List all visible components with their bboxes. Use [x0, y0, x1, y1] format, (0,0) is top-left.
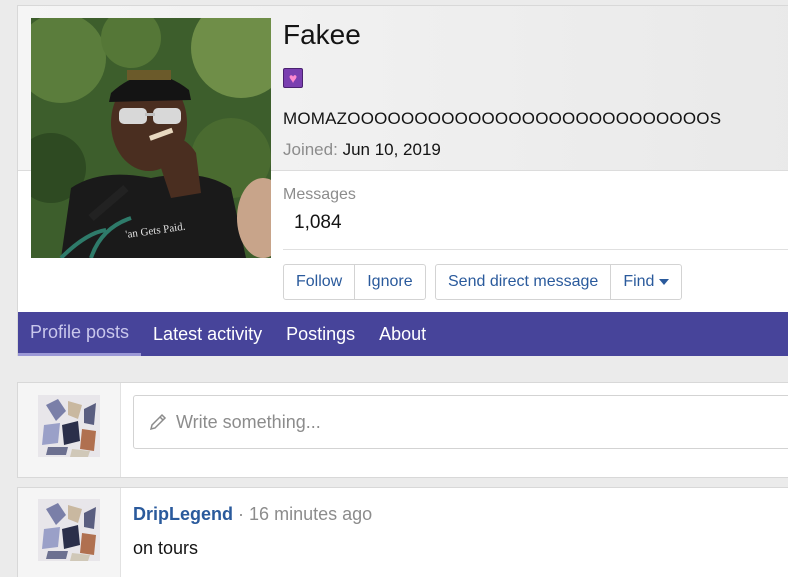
profile-stats: Messages 1,084	[283, 186, 788, 234]
post-author-avatar[interactable]	[38, 499, 100, 561]
post-meta: DripLegend · 16 minutes ago	[133, 504, 372, 525]
messages-count[interactable]: 1,084	[294, 212, 788, 234]
post-timestamp[interactable]: 16 minutes ago	[249, 504, 372, 524]
user-avatar[interactable]	[38, 395, 100, 457]
find-label: Find	[623, 273, 655, 290]
tab-postings[interactable]: Postings	[274, 312, 367, 356]
write-something-input[interactable]: Write something...	[133, 395, 788, 449]
pencil-icon	[149, 413, 167, 431]
messages-label: Messages	[283, 186, 356, 203]
tab-profile-posts[interactable]: Profile posts	[18, 312, 142, 356]
heart-badge-icon: ♥	[283, 68, 303, 88]
divider	[283, 249, 788, 250]
meta-separator: ·	[238, 504, 245, 524]
profile-status: MOMAZOOOOOOOOOOOOOOOOOOOOOOOOOOOS	[283, 109, 722, 128]
joined-date: Jun 10, 2019	[342, 140, 441, 159]
profile-card: 'an Gets Paid. Fakee ♥ MOMAZOOOOOOOOOOOO…	[17, 5, 788, 356]
post-author-link[interactable]: DripLegend	[133, 504, 233, 524]
avatar-image	[38, 395, 100, 457]
joined-info: Joined: Jun 10, 2019	[283, 140, 441, 160]
profile-tabs: Profile posts Latest activity Postings A…	[18, 312, 788, 356]
message-find-group: Send direct message Find	[435, 264, 683, 300]
avatar-image: 'an Gets Paid.	[31, 18, 271, 258]
send-message-button[interactable]: Send direct message	[436, 265, 610, 299]
ignore-button[interactable]: Ignore	[354, 265, 424, 299]
composer-placeholder: Write something...	[176, 411, 321, 432]
profile-avatar[interactable]: 'an Gets Paid.	[31, 18, 271, 258]
tab-latest-activity[interactable]: Latest activity	[141, 312, 274, 356]
post-body: on tours	[133, 538, 199, 558]
find-dropdown-button[interactable]: Find	[610, 265, 681, 299]
post-avatar-column	[18, 488, 121, 577]
follow-button[interactable]: Follow	[284, 265, 354, 299]
follow-ignore-group: Follow Ignore	[283, 264, 426, 300]
profile-post: DripLegend · 16 minutes ago on tours	[17, 487, 788, 577]
composer-avatar-column	[18, 383, 121, 477]
joined-label: Joined:	[283, 140, 338, 159]
post-composer: Write something...	[17, 382, 788, 478]
caret-down-icon	[659, 279, 670, 285]
profile-username: Fakee	[283, 19, 361, 50]
tab-about[interactable]: About	[367, 312, 438, 356]
avatar-image	[38, 499, 100, 561]
